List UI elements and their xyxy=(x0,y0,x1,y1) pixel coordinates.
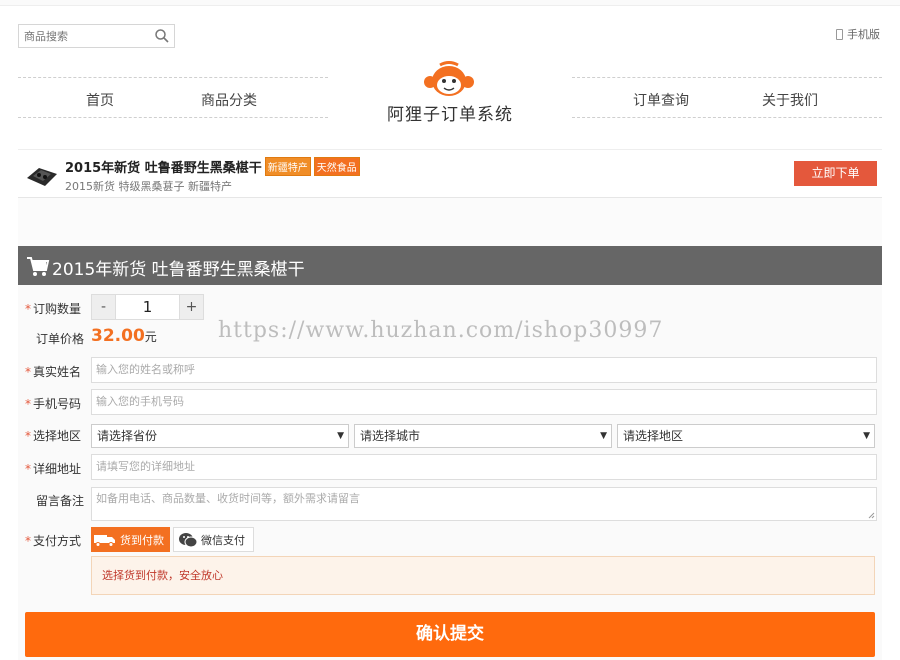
form-title: 2015年新货 吐鲁番野生黑桑椹干 xyxy=(52,260,305,280)
cart-icon xyxy=(27,257,50,276)
spacer xyxy=(18,198,882,246)
mobile-label: 手机版 xyxy=(847,28,880,41)
order-price: 32.00元 xyxy=(91,326,157,346)
pay-cod-label: 货到付款 xyxy=(120,533,164,547)
quantity-label: * 订购数量 xyxy=(25,300,81,317)
nav-divider xyxy=(18,77,328,78)
nav-divider xyxy=(18,117,328,118)
wechat-icon xyxy=(179,532,198,547)
pay-wechat-label: 微信支付 xyxy=(201,533,245,547)
payment-notice: 选择货到付款，安全放心 xyxy=(91,556,875,595)
product-thumbnail xyxy=(27,168,57,186)
phone-icon xyxy=(836,28,843,40)
province-select[interactable]: 请选择省份 ▼ xyxy=(91,424,349,448)
product-title-text: 2015年新货 吐鲁番野生黑桑椹干 xyxy=(65,161,262,176)
price-unit: 元 xyxy=(144,330,157,344)
truck-icon xyxy=(94,534,115,547)
remark-textarea[interactable]: 如备用电话、商品数量、收货时间等，额外需求请留言 xyxy=(91,487,877,521)
nav-order-query[interactable]: 订单查询 xyxy=(633,90,689,110)
watermark-url: https://www.huzhan.com/ishop30997 xyxy=(218,318,664,343)
pay-cod-button[interactable]: 货到付款 xyxy=(91,527,170,552)
pay-wechat-button[interactable]: 微信支付 xyxy=(173,527,254,552)
product-summary: 2015年新货 吐鲁番野生黑桑椹干 新疆特产 天然食品 2015新货 特级黑桑葚… xyxy=(18,149,882,198)
search-box[interactable] xyxy=(18,24,175,48)
phone-label-text: 手机号码 xyxy=(33,397,82,411)
confirm-submit-button[interactable]: 确认提交 xyxy=(25,612,875,657)
resize-grip-icon[interactable] xyxy=(868,512,875,519)
region-label-text: 选择地区 xyxy=(33,429,82,443)
phone-label: * 手机号码 xyxy=(25,397,82,411)
nav-divider xyxy=(572,77,882,78)
product-subtitle: 2015新货 特级黑桑葚子 新疆特产 xyxy=(65,180,232,193)
tag-xinjiang: 新疆特产 xyxy=(264,157,311,176)
nav-home[interactable]: 首页 xyxy=(86,90,114,110)
address-label: * 详细地址 xyxy=(25,462,82,476)
quantity-minus-button[interactable]: - xyxy=(92,295,116,319)
order-form: 2015年新货 吐鲁番野生黑桑椹干 * 订购数量 - 1 + 订单价格 32.00… xyxy=(18,246,882,660)
address-label-text: 详细地址 xyxy=(33,462,82,476)
payment-label-text: 支付方式 xyxy=(33,534,82,548)
region-label: * 选择地区 xyxy=(25,429,82,443)
price-label: 订单价格 xyxy=(36,332,85,346)
province-value: 请选择省份 xyxy=(97,429,158,443)
quantity-label-text: 订购数量 xyxy=(33,302,82,316)
tag-natural: 天然食品 xyxy=(313,157,360,176)
quantity-plus-button[interactable]: + xyxy=(179,295,203,319)
product-title: 2015年新货 吐鲁番野生黑桑椹干 新疆特产 天然食品 xyxy=(65,157,360,176)
dropdown-arrow-icon: ▼ xyxy=(337,431,344,441)
nav-about[interactable]: 关于我们 xyxy=(762,90,818,110)
phone-input[interactable]: 输入您的手机号码 xyxy=(91,389,877,415)
monkey-logo-icon[interactable] xyxy=(420,60,478,100)
dropdown-arrow-icon: ▼ xyxy=(600,431,607,441)
nav-divider xyxy=(572,117,882,118)
search-icon[interactable] xyxy=(154,28,170,44)
quantity-value[interactable]: 1 xyxy=(116,295,179,319)
required-mark: * xyxy=(25,302,31,316)
nav-categories[interactable]: 商品分类 xyxy=(201,90,257,110)
quantity-stepper[interactable]: - 1 + xyxy=(91,294,204,320)
city-select[interactable]: 请选择城市 ▼ xyxy=(354,424,612,448)
order-now-button[interactable]: 立即下单 xyxy=(794,161,877,186)
browser-top-strip xyxy=(0,0,900,6)
site-logo-text[interactable]: 阿狸子订单系统 xyxy=(380,100,520,125)
search-input[interactable] xyxy=(19,25,149,47)
name-input[interactable]: 输入您的姓名或称呼 xyxy=(91,357,877,383)
remark-label: 留言备注 xyxy=(36,494,85,508)
remark-placeholder: 如备用电话、商品数量、收货时间等，额外需求请留言 xyxy=(96,492,360,505)
name-label-text: 真实姓名 xyxy=(33,365,82,379)
mobile-version-link[interactable]: 手机版 xyxy=(836,26,880,42)
dropdown-arrow-icon: ▼ xyxy=(863,431,870,441)
payment-label: * 支付方式 xyxy=(25,534,82,548)
form-header: 2015年新货 吐鲁番野生黑桑椹干 xyxy=(18,246,882,285)
city-value: 请选择城市 xyxy=(360,429,421,443)
price-value: 32.00 xyxy=(91,326,145,346)
address-input[interactable]: 请填写您的详细地址 xyxy=(91,454,877,480)
name-label: * 真实姓名 xyxy=(25,365,82,379)
district-select[interactable]: 请选择地区 ▼ xyxy=(617,424,875,448)
district-value: 请选择地区 xyxy=(623,429,684,443)
